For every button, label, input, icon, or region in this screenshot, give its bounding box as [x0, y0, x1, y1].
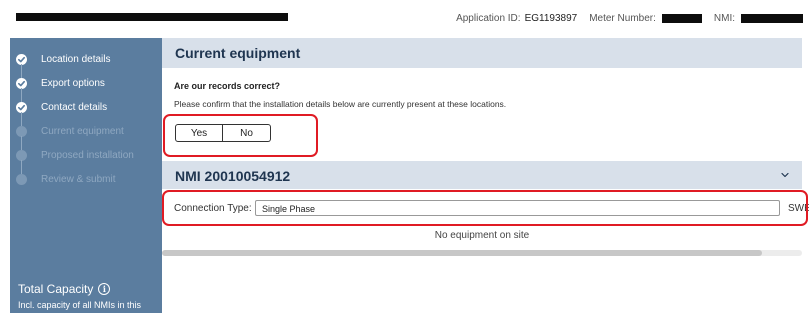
- current-equipment-header: Current equipment: [162, 38, 802, 68]
- nmi-accordion-header[interactable]: NMI 20010054912: [162, 161, 802, 189]
- page-title: Current equipment: [175, 45, 301, 61]
- meter-number-label: Meter Number:: [589, 13, 656, 24]
- total-capacity-note: Incl. capacity of all NMIs in this group…: [18, 300, 142, 313]
- redacted-header-text: [16, 13, 288, 21]
- check-icon: [16, 77, 27, 89]
- nmi-label: NMI:: [713, 13, 735, 24]
- check-icon: [16, 53, 27, 65]
- highlight-box-toggle: [163, 114, 318, 157]
- top-header: Application ID: EG1193897 Meter Number: …: [0, 0, 809, 38]
- step-proposed-installation[interactable]: Proposed installation: [10, 144, 162, 174]
- step-label: Location details: [41, 53, 111, 65]
- no-equipment-message: No equipment on site: [434, 230, 530, 241]
- application-info: Application ID: EG1193897 Meter Number: …: [456, 13, 803, 24]
- info-icon[interactable]: i: [98, 283, 111, 295]
- step-pending-dot-icon: [16, 125, 27, 137]
- redacted-nmi: [741, 14, 803, 23]
- horizontal-scrollbar[interactable]: [162, 250, 762, 256]
- step-current-equipment[interactable]: Current equipment: [10, 120, 162, 150]
- nmi-title: NMI 20010054912: [175, 168, 291, 184]
- step-label: Current equipment: [41, 125, 124, 137]
- step-export-options[interactable]: Export options: [10, 72, 162, 102]
- step-label: Contact details: [41, 101, 108, 113]
- redacted-meter-number: [661, 14, 702, 23]
- highlight-box-connection: [162, 190, 808, 226]
- step-location-details[interactable]: Location details: [10, 48, 162, 78]
- step-review-submit[interactable]: Review & submit: [10, 168, 162, 190]
- chevron-down-icon[interactable]: [780, 170, 790, 180]
- total-capacity-title: Total Capacity: [18, 282, 94, 296]
- step-label: Review & submit: [41, 173, 116, 185]
- main-content: Current equipment Are our records correc…: [162, 38, 809, 313]
- records-question: Are our records correct?: [174, 81, 281, 91]
- step-pending-dot-icon: [16, 149, 27, 161]
- application-id-value: EG1193897: [524, 13, 578, 24]
- records-instruction: Please confirm that the installation det…: [174, 99, 507, 109]
- check-icon: [16, 101, 27, 113]
- application-id-label: Application ID:: [456, 13, 521, 24]
- step-pending-dot-icon: [16, 173, 27, 185]
- total-capacity-heading: Total Capacity i: [18, 282, 111, 296]
- step-label: Export options: [41, 77, 105, 89]
- step-contact-details[interactable]: Contact details: [10, 96, 162, 126]
- progress-sidebar: Location details Export options Contact …: [10, 38, 162, 313]
- step-label: Proposed installation: [41, 149, 134, 161]
